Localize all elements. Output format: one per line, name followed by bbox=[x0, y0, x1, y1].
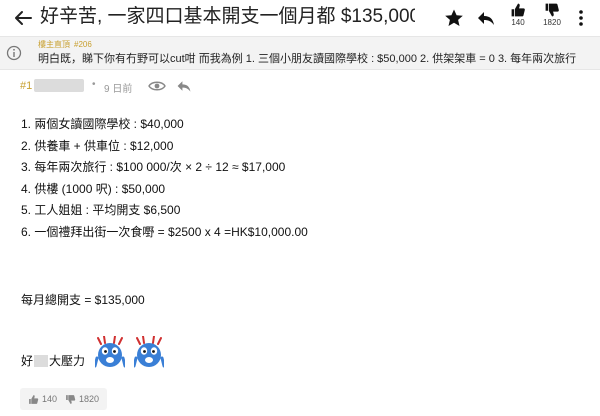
dislike-count: 1820 bbox=[543, 18, 561, 27]
quote-label: 樓主直頂 bbox=[38, 40, 70, 49]
info-icon bbox=[6, 45, 22, 61]
post-body: 1. 兩個女讀國際學校 : $40,000 2. 供養車 + 供車位 : $12… bbox=[21, 114, 581, 243]
eye-icon[interactable] bbox=[148, 78, 166, 94]
star-icon[interactable] bbox=[444, 8, 464, 28]
thumbs-up-icon bbox=[29, 394, 39, 404]
post-number: #1 bbox=[20, 80, 33, 92]
quote-number: #206 bbox=[74, 40, 92, 49]
post-username-redacted[interactable] bbox=[34, 79, 84, 92]
dislike-button[interactable]: 1820 bbox=[537, 2, 567, 32]
like-button[interactable]: 140 bbox=[503, 2, 533, 32]
post-like-button[interactable]: 140 bbox=[28, 394, 57, 405]
panic-emoji-icon bbox=[95, 336, 125, 368]
panic-emoji-icon bbox=[134, 336, 164, 368]
expense-item: 2. 供養車 + 供車位 : $12,000 bbox=[21, 138, 174, 153]
thumbs-down-icon bbox=[545, 3, 559, 17]
thumbs-down-icon bbox=[66, 394, 76, 404]
expense-item: 5. 工人姐姐 : 平均開支 $6,500 bbox=[21, 203, 181, 217]
post-dislike-count: 1820 bbox=[79, 394, 100, 404]
like-count: 140 bbox=[511, 18, 525, 27]
reply-icon[interactable] bbox=[476, 8, 496, 28]
post-separator: • bbox=[92, 79, 96, 90]
expense-item: 1. 兩個女讀國際學校 : $40,000 bbox=[21, 117, 184, 131]
monthly-total: 每月總開支 = $135,000 bbox=[21, 293, 145, 307]
quote-meta: 樓主直頂 #206 bbox=[38, 40, 92, 50]
pressure-line: 好 大壓力 bbox=[21, 351, 85, 371]
redacted-text bbox=[34, 355, 49, 367]
thread-title: 好辛苦, 一家四口基本開支一個月都 $135,000, 完全儲... bbox=[40, 6, 415, 27]
quote-text: 明白既，睇下你有冇野可以cut咁 而我為例 1. 三個小朋友讀國際學校 : $5… bbox=[38, 53, 577, 65]
top-bar: 好辛苦, 一家四口基本開支一個月都 $135,000, 完全儲... 140 1… bbox=[0, 0, 600, 36]
post-like-count: 140 bbox=[42, 394, 58, 404]
expense-item: 6. 一個禮拜出街一次食嘢 = $2500 x 4 =HK$10,000.00 bbox=[21, 224, 308, 239]
pinned-quote-bar[interactable]: 樓主直頂 #206 明白既，睇下你有冇野可以cut咁 而我為例 1. 三個小朋友讀… bbox=[0, 36, 600, 70]
back-arrow-icon[interactable] bbox=[13, 8, 33, 28]
expense-item: 3. 每年兩次旅行 : $100 000/次 × 2 ÷ 12 ≈ $17,00… bbox=[21, 160, 286, 174]
reply-icon[interactable] bbox=[176, 78, 192, 94]
post-header: #1 • 9 日前 bbox=[0, 76, 600, 98]
post-vote-bar: 140 1820 bbox=[20, 388, 108, 410]
pressure-suffix: 大壓力 bbox=[49, 354, 86, 368]
post-timestamp: 9 日前 bbox=[104, 84, 133, 95]
more-icon[interactable] bbox=[574, 8, 588, 28]
expense-item: 4. 供樓 (1000 呎) : $50,000 bbox=[21, 181, 166, 196]
pressure-prefix: 好 bbox=[21, 354, 34, 368]
thumbs-up-icon bbox=[511, 3, 525, 17]
post-dislike-button[interactable]: 1820 bbox=[65, 394, 99, 405]
